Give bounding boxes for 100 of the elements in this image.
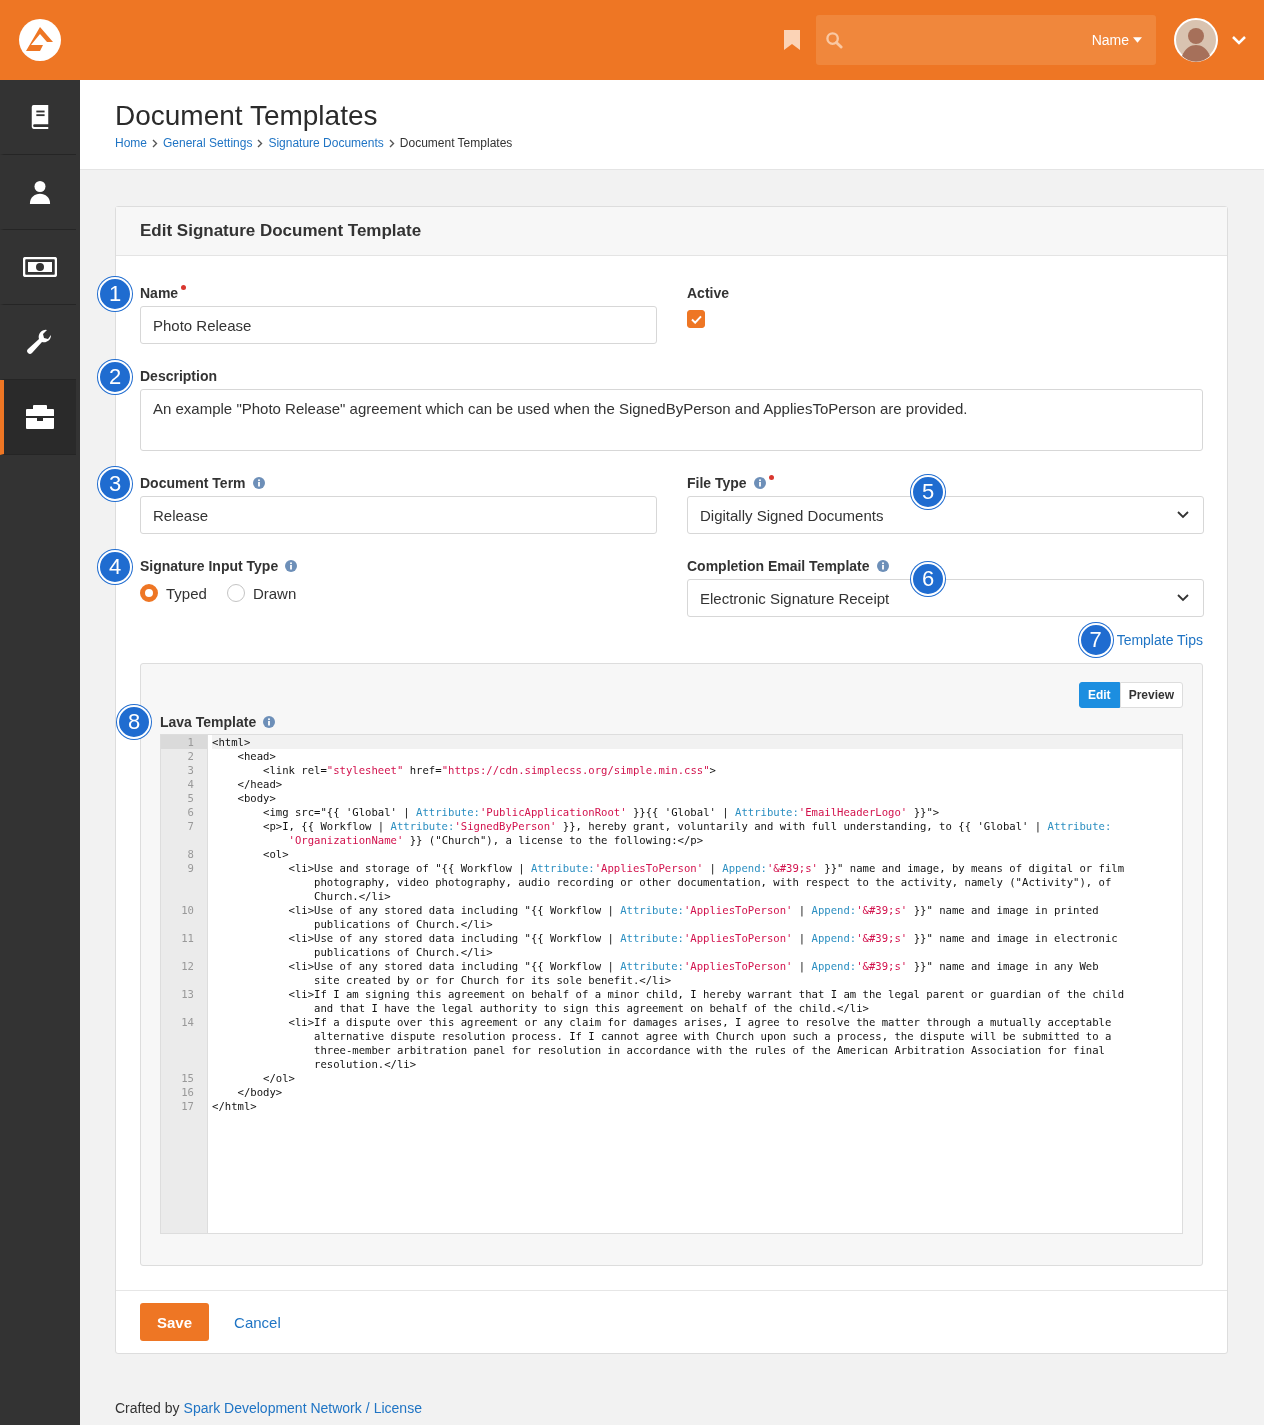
code-line: 'OrganizationName' }} ("Church"), a license to the following:</p> xyxy=(287,833,705,847)
footer-link[interactable]: Spark Development Network xyxy=(183,1400,362,1416)
save-button[interactable]: Save xyxy=(140,1303,210,1341)
field-label: Completion Email Template xyxy=(687,558,870,574)
breadcrumb-link[interactable]: Signature Documents xyxy=(268,136,384,150)
field-label: Description xyxy=(140,368,217,384)
line-number: 8 xyxy=(161,847,208,861)
breadcrumb-link[interactable]: General Settings xyxy=(163,136,253,150)
footer-separator: / xyxy=(365,1400,370,1416)
field-label: Lava Template xyxy=(160,714,257,730)
code-line: and that I have the legal authority to sign this agreement on behalf of the child.</li> xyxy=(313,1001,870,1015)
chevron-down-icon xyxy=(1177,511,1189,519)
line-number: 10 xyxy=(161,903,208,931)
template-tips-link[interactable]: Template Tips xyxy=(1116,632,1203,648)
line-number: 2 xyxy=(161,749,208,763)
code-line: <ol> xyxy=(262,847,290,861)
chevron-right-icon xyxy=(152,138,158,148)
field-label: Document Term xyxy=(140,475,246,491)
callout-marker: 8 xyxy=(117,705,151,739)
search-scope-dropdown[interactable]: Name xyxy=(1091,32,1142,48)
code-line: <li>Use of any stored data including "{{ Workflow | Attribute:'AppliesToPerson' | Append:'&#39;s' }}" name and image in electronic xyxy=(287,931,1119,945)
code-line: publications of Church.</li> xyxy=(313,917,494,931)
code-line: site created by or for Church for its sole benefit.</li> xyxy=(313,973,673,987)
code-line: <li>If a dispute over this agreement or any claim for damages arises, I agree to resolve the matter through a mutually acceptable xyxy=(287,1015,1113,1029)
briefcase-icon xyxy=(26,405,54,429)
callout-marker: 4 xyxy=(98,550,132,584)
code-line: alternative dispute resolution process. If I cannot agree with Church upon such a process, the dispute will be submitted to a xyxy=(313,1029,1113,1043)
line-number: 17 xyxy=(161,1099,208,1113)
line-number: 15 xyxy=(161,1071,208,1085)
code-line: Church.</li> xyxy=(313,889,392,903)
bookmark-icon[interactable] xyxy=(784,30,800,50)
code-line: </ol> xyxy=(262,1071,296,1085)
book-icon xyxy=(29,104,51,130)
callout-marker: 7 xyxy=(1078,623,1113,657)
code-line: <li>Use and storage of "{{ Workflow | Attribute:'AppliesToPerson' | Append:'&#39;s' }}" name and image, by means of digital or film xyxy=(287,861,1126,875)
callout-marker: 3 xyxy=(98,467,132,501)
callout-marker: 6 xyxy=(911,562,945,596)
info-icon[interactable] xyxy=(285,560,298,572)
line-number: 7 xyxy=(161,819,208,847)
input-field[interactable]: Release xyxy=(140,496,657,534)
wrench-icon xyxy=(27,329,53,355)
line-number: 12 xyxy=(161,959,208,987)
radio-label[interactable]: Drawn xyxy=(252,584,297,602)
code-line: publications of Church.</li> xyxy=(313,945,494,959)
line-number: 4 xyxy=(161,777,208,791)
page-title: Document Templates xyxy=(115,100,379,132)
line-number: 16 xyxy=(161,1085,208,1099)
person-icon xyxy=(29,179,51,205)
line-number: 3 xyxy=(161,763,208,777)
code-line: <link rel="stylesheet" href="https://cdn.simplecss.org/simple.min.css"> xyxy=(262,763,717,777)
callout-marker: 5 xyxy=(911,475,945,509)
callout-marker: 1 xyxy=(98,277,132,311)
money-icon xyxy=(23,257,57,277)
line-number: 13 xyxy=(161,987,208,1015)
line-number: 6 xyxy=(161,805,208,819)
field-label: Active xyxy=(687,285,730,301)
mode-tab[interactable]: Edit xyxy=(1078,682,1120,708)
mode-tab[interactable]: Preview xyxy=(1119,682,1183,708)
info-icon[interactable] xyxy=(252,477,265,489)
caret-icon xyxy=(1133,37,1142,43)
line-number: 5 xyxy=(161,791,208,805)
info-icon[interactable] xyxy=(876,560,889,572)
checkbox[interactable] xyxy=(687,310,705,328)
chevron-right-icon xyxy=(388,138,395,148)
code-line: </html> xyxy=(212,1099,258,1113)
chevron-right-icon xyxy=(257,138,264,148)
avatar-icon[interactable] xyxy=(1174,18,1218,62)
search-field[interactable]: Name xyxy=(816,15,1156,65)
info-icon[interactable] xyxy=(753,477,766,489)
field-label: Signature Input Type xyxy=(140,558,279,574)
radio-button[interactable] xyxy=(140,584,158,602)
info-icon[interactable] xyxy=(263,716,276,728)
footer-text: Crafted by xyxy=(115,1400,180,1416)
breadcrumb-link[interactable]: Home xyxy=(115,136,147,150)
code-line: <head> xyxy=(236,749,277,763)
field-label: Name xyxy=(140,285,179,301)
code-line: three-member arbitration panel for resolution in accordance with the rules of the American Arbitration Association for final xyxy=(313,1043,1106,1057)
radio-label[interactable]: Typed xyxy=(166,584,207,602)
input-field[interactable]: Photo Release xyxy=(140,306,657,344)
code-line: <li>Use of any stored data including "{{ Workflow | Attribute:'AppliesToPerson' | Append:'&#39;s' }}" name and image in any Web xyxy=(287,959,1100,973)
code-line: resolution.</li> xyxy=(313,1057,418,1071)
code-editor[interactable] xyxy=(160,734,1183,1234)
code-line: <p>I, {{ Workflow | Attribute:'SignedByPerson' }}, hereby grant, voluntarily and with full understanding, to {{ 'Global' | Attribute: xyxy=(262,819,1113,833)
sidebar-item[interactable] xyxy=(0,380,76,455)
cancel-link[interactable]: Cancel xyxy=(234,1313,281,1331)
code-line: <img src="{{ 'Global' | Attribute:'PublicApplicationRoot' }}{{ 'Global' | Attribute:'EmailHeaderLogo' }}"> xyxy=(262,805,941,819)
chevron-down-icon[interactable] xyxy=(1232,35,1246,45)
chevron-down-icon xyxy=(1177,594,1189,602)
field-label: File Type xyxy=(687,475,747,491)
code-line: photography, video photography, audio recording or other documentation, with respect to the activity, namely ("Activity"), of xyxy=(313,875,1113,889)
code-line: </body> xyxy=(236,1085,284,1099)
callout-marker: 2 xyxy=(98,360,132,394)
line-number: 14 xyxy=(161,1015,208,1071)
line-number: 9 xyxy=(161,861,208,903)
search-icon xyxy=(826,31,843,49)
code-line: <li>If I am signing this agreement on behalf of a minor child, I hereby warrant that I am the legal parent or guardian of the child xyxy=(287,987,1126,1001)
line-number: 11 xyxy=(161,931,208,959)
logo-icon[interactable] xyxy=(18,18,62,62)
footer-link[interactable]: License xyxy=(373,1400,422,1416)
textarea-field[interactable]: An example "Photo Release" agreement which can be used when the SignedByPerson and AppliesToPerson are provided. xyxy=(140,389,1203,451)
